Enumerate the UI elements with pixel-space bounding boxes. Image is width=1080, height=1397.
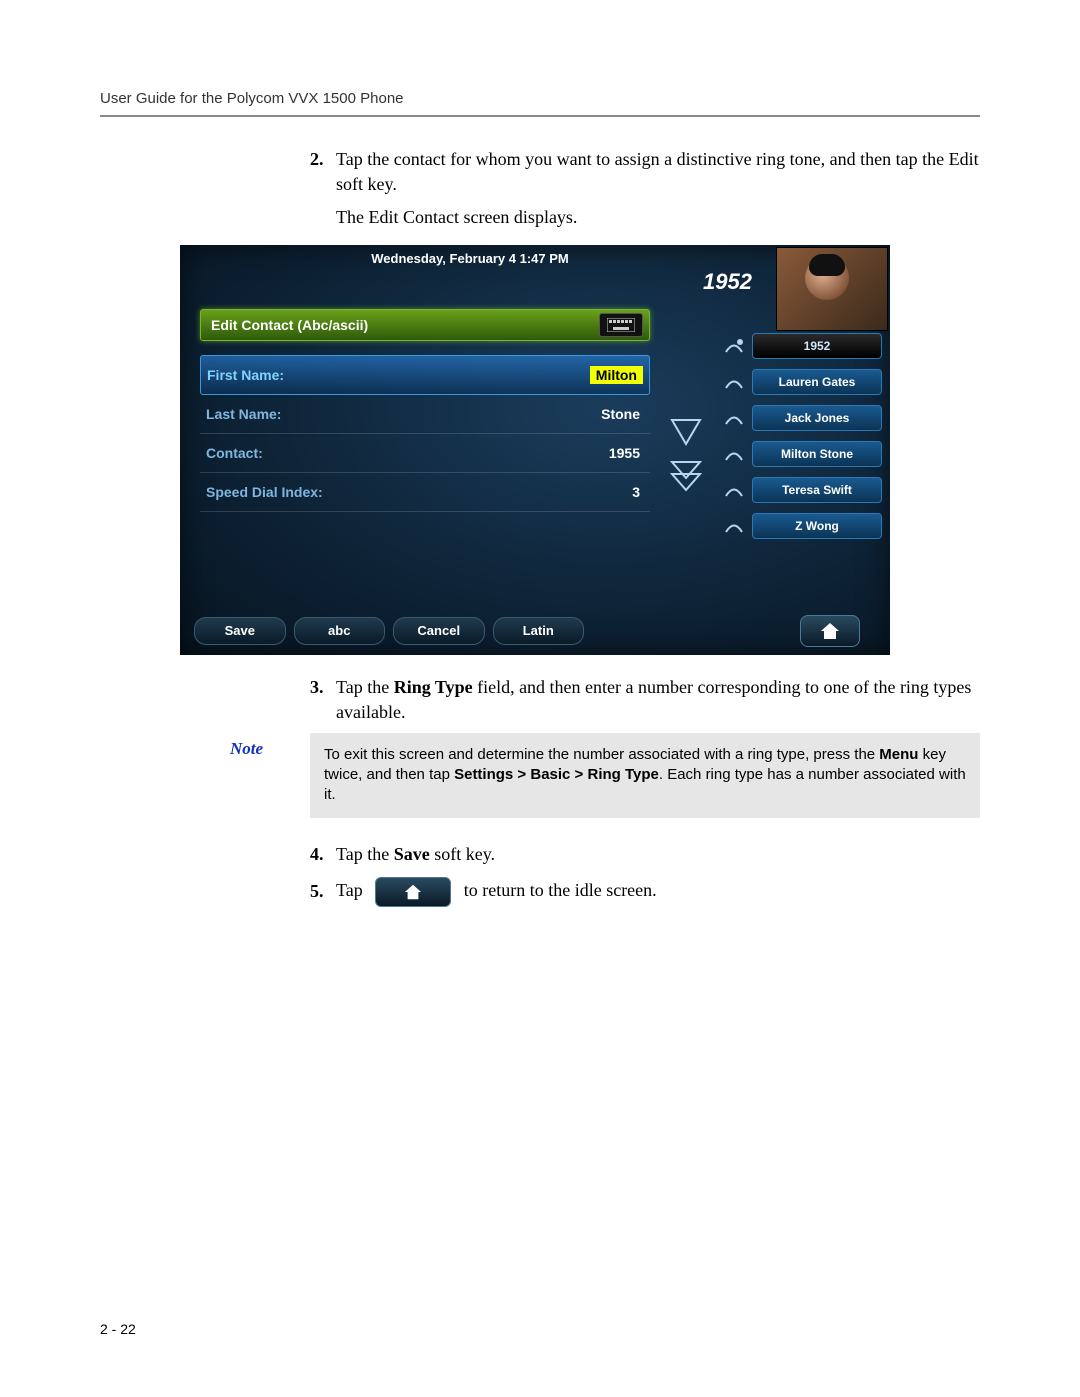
page-header: User Guide for the Polycom VVX 1500 Phon…	[100, 90, 980, 107]
contact-label: Milton Stone	[752, 441, 882, 467]
field-list: First Name: Milton Last Name: Stone Cont…	[200, 355, 650, 512]
presence-icon	[722, 444, 746, 464]
home-icon-inline	[375, 877, 451, 907]
field-value: 1955	[609, 445, 644, 461]
panel-title-bar: Edit Contact (Abc/ascii)	[200, 309, 650, 341]
scroll-arrows	[668, 415, 704, 495]
step-4: 4. Tap the Save soft key.	[310, 842, 980, 867]
field-label: Last Name:	[206, 406, 281, 422]
softkey-cancel[interactable]: Cancel	[393, 617, 485, 645]
step-2-sub: The Edit Contact screen displays.	[336, 205, 980, 230]
softkey-bar: Save abc Cancel Latin	[194, 617, 584, 645]
step-3: 3. Tap the Ring Type field, and then ent…	[310, 675, 980, 725]
contact-item-1952[interactable]: 1952	[722, 333, 882, 359]
field-value: Stone	[601, 406, 644, 422]
step-2-text: Tap the contact for whom you want to ass…	[336, 147, 980, 197]
document-page: User Guide for the Polycom VVX 1500 Phon…	[0, 0, 1080, 1397]
contact-item-lauren[interactable]: Lauren Gates	[722, 369, 882, 395]
step-3-text: Tap the Ring Type field, and then enter …	[336, 675, 980, 725]
field-value: 3	[632, 484, 644, 500]
step-5-text: Tap to return to the idle screen.	[336, 877, 980, 907]
step-5-num: 5.	[310, 879, 336, 904]
step-2-num: 2.	[310, 147, 336, 197]
softkey-abc[interactable]: abc	[294, 617, 386, 645]
edit-contact-panel: Edit Contact (Abc/ascii) First Name: Mil…	[200, 309, 650, 512]
field-label: Contact:	[206, 445, 263, 461]
field-speed-dial[interactable]: Speed Dial Index: 3	[200, 473, 650, 512]
field-label: First Name:	[207, 367, 284, 383]
field-label: Speed Dial Index:	[206, 484, 323, 500]
contact-label: Lauren Gates	[752, 369, 882, 395]
step-4-text: Tap the Save soft key.	[336, 842, 980, 867]
softkey-save[interactable]: Save	[194, 617, 286, 645]
extension-label: 1952	[703, 269, 752, 295]
contact-label: Jack Jones	[752, 405, 882, 431]
presence-icon	[722, 336, 746, 356]
contact-item-milton[interactable]: Milton Stone	[722, 441, 882, 467]
contact-item-jack[interactable]: Jack Jones	[722, 405, 882, 431]
phone-screenshot: Wednesday, February 4 1:47 PM 1952 Edit …	[180, 245, 890, 655]
note-label: Note	[230, 733, 310, 759]
home-button[interactable]	[800, 615, 860, 647]
page-number: 2 - 22	[100, 1321, 136, 1337]
keyboard-icon[interactable]	[599, 313, 643, 337]
contact-label: Teresa Swift	[752, 477, 882, 503]
field-first-name[interactable]: First Name: Milton	[200, 355, 650, 395]
field-last-name[interactable]: Last Name: Stone	[200, 395, 650, 434]
arrow-down-icon[interactable]	[668, 415, 704, 451]
step-5: 5. Tap to return to the idle screen.	[310, 877, 980, 907]
field-contact[interactable]: Contact: 1955	[200, 434, 650, 473]
presence-icon	[722, 480, 746, 500]
presence-icon	[722, 372, 746, 392]
presence-icon	[722, 408, 746, 428]
softkey-latin[interactable]: Latin	[493, 617, 585, 645]
field-value: Milton	[590, 366, 643, 384]
contact-item-teresa[interactable]: Teresa Swift	[722, 477, 882, 503]
contact-label: 1952	[752, 333, 882, 359]
arrow-double-down-icon[interactable]	[668, 459, 704, 495]
step-2: 2. Tap the contact for whom you want to …	[310, 147, 980, 231]
contact-list: 1952 Lauren Gates Jack Jones Milton Ston…	[722, 333, 882, 539]
note-body: To exit this screen and determine the nu…	[310, 733, 980, 818]
contact-label: Z Wong	[752, 513, 882, 539]
header-rule	[100, 115, 980, 117]
note-block: Note To exit this screen and determine t…	[230, 733, 980, 818]
video-preview	[776, 247, 888, 331]
step-3-num: 3.	[310, 675, 336, 725]
contact-item-zwong[interactable]: Z Wong	[722, 513, 882, 539]
presence-icon	[722, 516, 746, 536]
step-4-num: 4.	[310, 842, 336, 867]
status-bar: Wednesday, February 4 1:47 PM	[180, 251, 760, 266]
panel-title-text: Edit Contact (Abc/ascii)	[211, 317, 368, 333]
